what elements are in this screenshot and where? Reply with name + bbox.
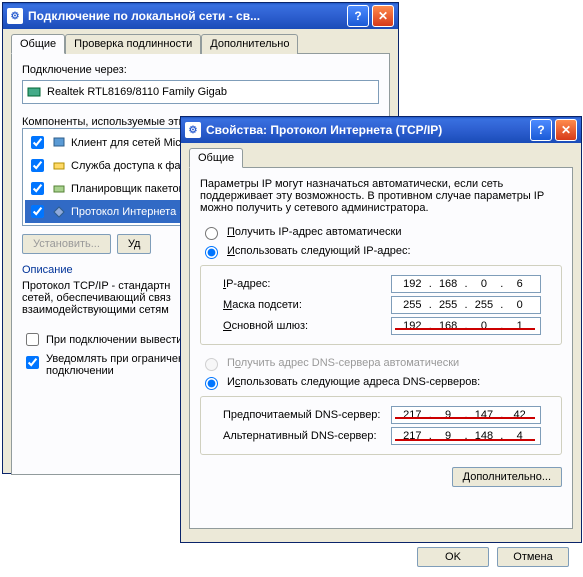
- adapter-box[interactable]: Realtek RTL8169/8110 Family Gigab: [22, 80, 379, 104]
- app-icon: ⚙: [7, 8, 23, 24]
- ip-input[interactable]: 192.168.0.6: [391, 275, 541, 293]
- dns2-input[interactable]: 217.9.148.4: [391, 427, 541, 445]
- radio-dns-auto-label: Получить адрес DNS-сервера автоматически: [227, 357, 459, 369]
- advanced-button[interactable]: Дополнительно...: [452, 467, 562, 487]
- dns2-label: Альтернативный DNS-сервер:: [223, 430, 383, 442]
- mask-label: Маска подсети:: [223, 299, 383, 311]
- adapter-name: Realtek RTL8169/8110 Family Gigab: [47, 86, 227, 98]
- notify-checkbox[interactable]: [26, 356, 39, 369]
- ip-label: IP-адрес:: [223, 278, 383, 290]
- help-button[interactable]: ?: [347, 5, 369, 27]
- radio-dns-auto: [205, 358, 218, 371]
- scheduler-icon: [51, 181, 67, 197]
- protocol-icon: [51, 204, 67, 220]
- tab-advanced-1[interactable]: Дополнительно: [201, 34, 298, 54]
- app-icon: ⚙: [185, 122, 201, 138]
- window-tcpip-properties: ⚙ Свойства: Протокол Интернета (TCP/IP) …: [180, 116, 582, 543]
- checkbox[interactable]: [31, 182, 44, 195]
- tab-general-1[interactable]: Общие: [11, 34, 65, 54]
- item-label: Протокол Интернета (T: [71, 206, 190, 218]
- service-icon: [51, 158, 67, 174]
- titlebar-1[interactable]: ⚙ Подключение по локальной сети - св... …: [3, 3, 398, 29]
- checkbox[interactable]: [31, 205, 44, 218]
- connect-via-label: Подключение через:: [22, 64, 379, 76]
- item-label: Планировщик пакетов: [71, 183, 184, 195]
- radio-ip-manual-label: Использовать следующий IP-адрес:: [227, 245, 411, 257]
- gateway-label: Основной шлюз:: [223, 320, 383, 332]
- highlight-line: [395, 439, 535, 441]
- help-button[interactable]: ?: [530, 119, 552, 141]
- notify-label: Уведомлять при ограниченн подключении: [46, 353, 190, 377]
- tab-auth[interactable]: Проверка подлинности: [65, 34, 201, 54]
- tabs-1: Общие Проверка подлинности Дополнительно: [11, 33, 390, 53]
- ok-button[interactable]: OK: [417, 547, 489, 567]
- dns1-input[interactable]: 217.9.147.42: [391, 406, 541, 424]
- radio-ip-auto[interactable]: [205, 227, 218, 240]
- window-title-2: Свойства: Протокол Интернета (TCP/IP): [206, 123, 527, 137]
- window-title-1: Подключение по локальной сети - св...: [28, 9, 344, 23]
- show-icon-checkbox[interactable]: [26, 333, 39, 346]
- radio-ip-manual[interactable]: [205, 246, 218, 259]
- close-button[interactable]: ✕: [555, 119, 577, 141]
- client-icon: [51, 135, 67, 151]
- tab-general-2[interactable]: Общие: [189, 148, 243, 168]
- radio-ip-auto-label: Получить IP-адрес автоматически: [227, 226, 401, 238]
- radio-dns-manual-label: Использовать следующие адреса DNS-сервер…: [227, 376, 480, 388]
- uninstall-button[interactable]: Уд: [117, 234, 152, 254]
- gateway-input[interactable]: 192.168.0.1: [391, 317, 541, 335]
- radio-dns-manual[interactable]: [205, 377, 218, 390]
- checkbox[interactable]: [31, 159, 44, 172]
- item-label: Клиент для сетей Micr: [71, 137, 184, 149]
- highlight-line: [395, 417, 535, 419]
- titlebar-2[interactable]: ⚙ Свойства: Протокол Интернета (TCP/IP) …: [181, 117, 581, 143]
- checkbox[interactable]: [31, 136, 44, 149]
- nic-icon: [26, 84, 42, 100]
- show-icon-label: При подключении вывести з: [46, 334, 190, 346]
- mask-input[interactable]: 255.255.255.0: [391, 296, 541, 314]
- intro-text: Параметры IP могут назначаться автоматич…: [200, 178, 562, 214]
- item-label: Служба доступа к фай: [71, 160, 187, 172]
- install-button[interactable]: Установить...: [22, 234, 111, 254]
- dns1-label: Предпочитаемый DNS-сервер:: [223, 409, 383, 421]
- highlight-line: [395, 328, 535, 330]
- close-button[interactable]: ✕: [372, 5, 394, 27]
- cancel-button[interactable]: Отмена: [497, 547, 569, 567]
